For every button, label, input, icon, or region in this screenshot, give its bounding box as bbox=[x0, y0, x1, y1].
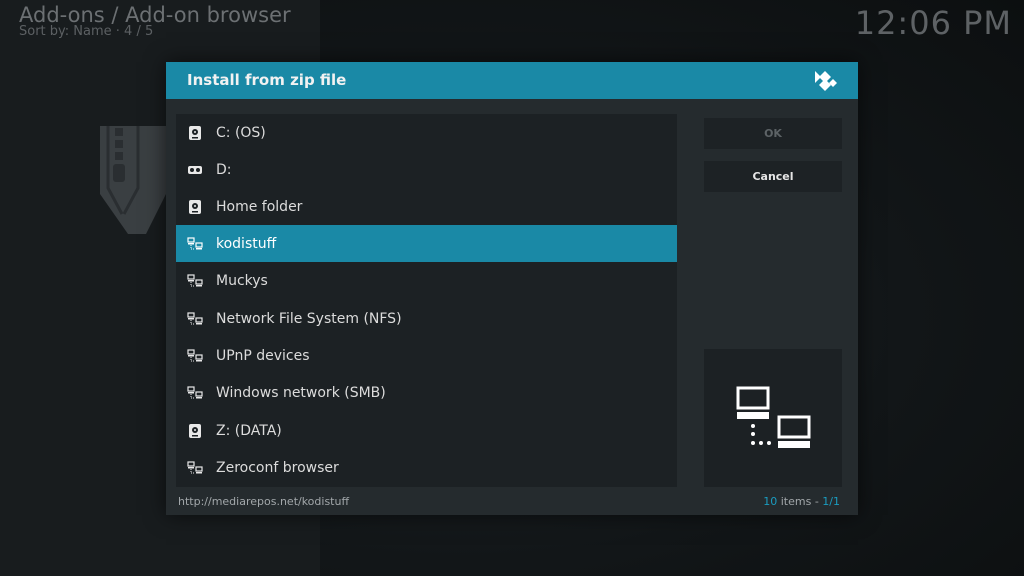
list-item-c-os[interactable]: C: (OS) bbox=[176, 114, 677, 151]
list-item-label: Muckys bbox=[216, 272, 268, 289]
clock: 12:06 PM bbox=[854, 4, 1012, 42]
source-list: C: (OS) D: Home folder kodistuff Muckys bbox=[176, 114, 677, 487]
item-count-word: items - bbox=[777, 495, 823, 508]
optical-drive-icon bbox=[187, 162, 203, 178]
dialog-header: Install from zip file bbox=[166, 62, 858, 99]
item-count-number: 10 bbox=[763, 495, 778, 508]
hard-drive-icon bbox=[187, 199, 203, 215]
network-icon bbox=[187, 236, 203, 252]
network-icon bbox=[187, 348, 203, 364]
network-computers-icon bbox=[736, 386, 811, 448]
list-item-d[interactable]: D: bbox=[176, 151, 677, 188]
install-zip-dialog: Install from zip file C: (OS) D: Home fo bbox=[166, 62, 858, 515]
sort-info: Sort by: Name · 4 / 5 bbox=[19, 24, 154, 39]
item-count: 10 items - 1/1 bbox=[763, 495, 840, 508]
dialog-title: Install from zip file bbox=[187, 71, 347, 89]
list-item-label: UPnP devices bbox=[216, 347, 310, 364]
hard-drive-icon bbox=[187, 125, 203, 141]
list-item-label: C: (OS) bbox=[216, 124, 266, 141]
network-icon bbox=[187, 311, 203, 327]
network-icon bbox=[187, 385, 203, 401]
list-item-label: kodistuff bbox=[216, 235, 277, 252]
list-item-home-folder[interactable]: Home folder bbox=[176, 188, 677, 225]
list-item-label: D: bbox=[216, 161, 232, 178]
list-item-smb[interactable]: Windows network (SMB) bbox=[176, 374, 677, 411]
current-path: http://mediarepos.net/kodistuff bbox=[178, 495, 350, 508]
zip-file-icon bbox=[100, 126, 166, 234]
list-item-z-data[interactable]: Z: (DATA) bbox=[176, 412, 677, 449]
list-item-zeroconf[interactable]: Zeroconf browser bbox=[176, 449, 677, 486]
network-icon bbox=[187, 273, 203, 289]
list-item-kodistuff[interactable]: kodistuff bbox=[176, 225, 677, 262]
page-indicator: 1/1 bbox=[822, 495, 840, 508]
list-item-label: Z: (DATA) bbox=[216, 422, 282, 439]
hard-drive-icon bbox=[187, 423, 203, 439]
list-item-label: Windows network (SMB) bbox=[216, 384, 386, 401]
list-item-label: Zeroconf browser bbox=[216, 459, 339, 476]
cancel-button[interactable]: Cancel bbox=[704, 161, 842, 192]
list-item-nfs[interactable]: Network File System (NFS) bbox=[176, 300, 677, 337]
list-item-muckys[interactable]: Muckys bbox=[176, 262, 677, 299]
network-icon bbox=[187, 460, 203, 476]
kodi-logo-icon bbox=[815, 71, 837, 91]
preview-panel bbox=[704, 349, 842, 487]
list-item-label: Network File System (NFS) bbox=[216, 310, 402, 327]
ok-button[interactable]: OK bbox=[704, 118, 842, 149]
list-item-label: Home folder bbox=[216, 198, 303, 215]
list-item-upnp[interactable]: UPnP devices bbox=[176, 337, 677, 374]
